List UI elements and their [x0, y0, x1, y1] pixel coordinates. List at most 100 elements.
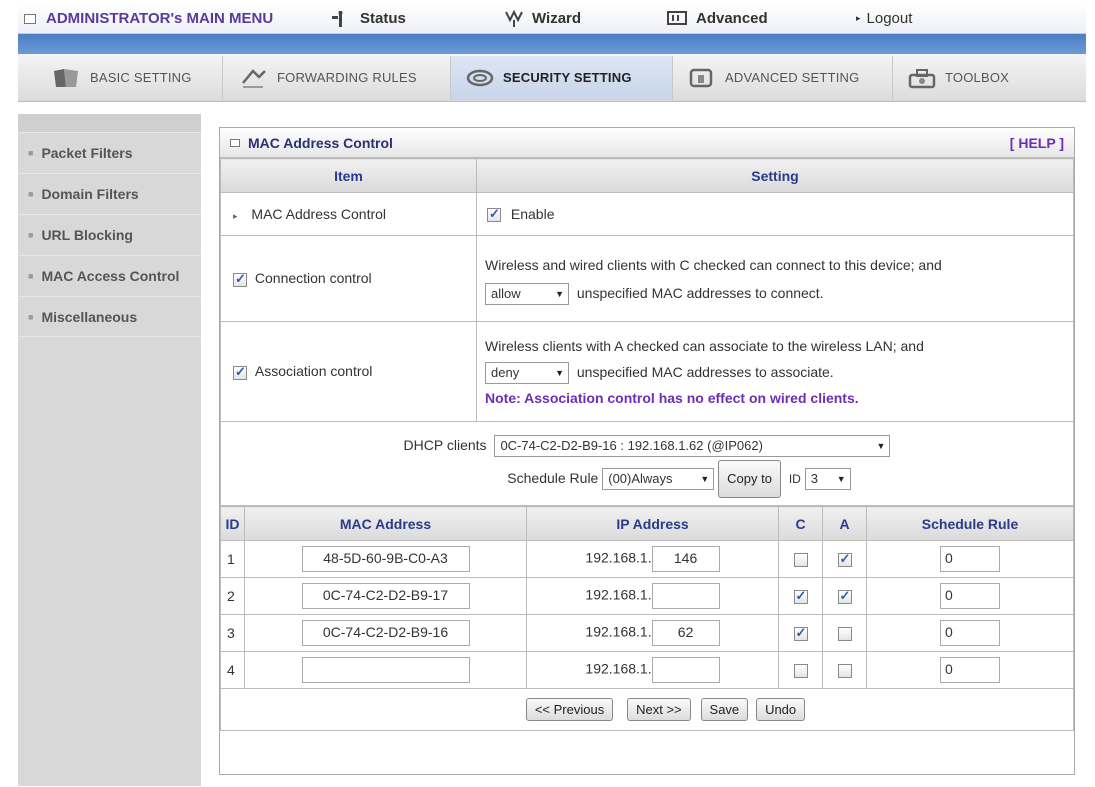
- undo-button[interactable]: Undo: [756, 698, 806, 721]
- id-label: ID: [788, 471, 801, 486]
- schedule-input[interactable]: 0: [940, 583, 1000, 609]
- status-menu[interactable]: Status: [330, 10, 470, 28]
- tab-security-setting[interactable]: SECURITY SETTING: [451, 55, 673, 100]
- connection-control-checkbox[interactable]: [233, 271, 247, 287]
- association-note: Note: Association control has no effect …: [485, 389, 859, 406]
- table-row: 2 0C-74-C2-D2-B9-17 192.168.1. 0: [220, 577, 1074, 615]
- sidebar-item-miscellaneous[interactable]: ■ Miscellaneous: [18, 296, 201, 337]
- admin-menu-label: ADMINISTRATOR's MAIN MENU: [46, 10, 274, 27]
- a-checkbox[interactable]: [837, 627, 852, 642]
- mac-list-table: ID MAC Address IP Address C A Schedule R…: [220, 506, 1074, 731]
- mac-cell: 48-5D-60-9B-C0-A3: [244, 540, 527, 578]
- association-policy-value: deny: [491, 364, 520, 380]
- schedule-input[interactable]: 0: [940, 657, 1000, 683]
- help-link[interactable]: [ HELP ]: [1010, 135, 1064, 151]
- dhcp-clients-select[interactable]: 0C-74-C2-D2-B9-16 : 192.168.1.62 (@IP062…: [494, 434, 891, 457]
- schedule-input[interactable]: 0: [940, 620, 1000, 646]
- c-checkbox[interactable]: [793, 588, 808, 605]
- ip-cell: 192.168.1.: [526, 651, 779, 689]
- ip-input[interactable]: [651, 583, 720, 609]
- a-checkbox[interactable]: [837, 664, 852, 679]
- connection-control-setting-cell: Wireless and wired clients with C checke…: [476, 235, 1074, 322]
- id-select[interactable]: 3 ▼: [804, 467, 851, 490]
- association-control-label-cell: Association control: [220, 321, 477, 422]
- a-checkbox[interactable]: [837, 551, 852, 568]
- item-column-header: Item: [220, 158, 477, 193]
- mac-input[interactable]: 0C-74-C2-D2-B9-17: [301, 583, 470, 609]
- advanced-menu[interactable]: Advanced: [666, 10, 856, 28]
- c-column-header: C: [778, 506, 823, 541]
- save-button[interactable]: Save: [700, 698, 749, 721]
- advanced-label: Advanced: [696, 10, 768, 27]
- row-id: 3: [220, 614, 245, 652]
- a-cell: [822, 577, 867, 615]
- c-cell: [778, 577, 823, 615]
- row-id: 1: [220, 540, 245, 578]
- sidebar-item-url-blocking[interactable]: ■ URL Blocking: [18, 214, 201, 255]
- a-checkbox[interactable]: [837, 588, 852, 605]
- mac-address-control-panel: MAC Address Control [ HELP ] Item Settin…: [219, 127, 1075, 775]
- ip-input[interactable]: [651, 657, 720, 683]
- sidebar-item-domain-filters[interactable]: ■ Domain Filters: [18, 173, 201, 214]
- copy-to-button[interactable]: Copy to: [718, 459, 781, 498]
- schedule-rule-select[interactable]: (00)Always ▼: [602, 467, 715, 490]
- a-cell: [822, 651, 867, 689]
- c-cell: [778, 651, 823, 689]
- bullet-icon: ■: [28, 311, 34, 322]
- dropdown-arrow-icon: ▼: [836, 473, 846, 484]
- mac-cell: [244, 651, 527, 689]
- schedule-column-header: Schedule Rule: [866, 506, 1074, 541]
- tab-toolbox[interactable]: TOOLBOX: [893, 56, 1043, 100]
- ip-input[interactable]: 62: [651, 620, 720, 646]
- enable-label: Enable: [510, 205, 555, 222]
- wizard-menu[interactable]: Wizard: [504, 9, 666, 28]
- mac-input[interactable]: 48-5D-60-9B-C0-A3: [301, 546, 470, 572]
- tab-advanced-setting[interactable]: ADVANCED SETTING: [673, 55, 893, 100]
- dropdown-arrow-icon: ▼: [700, 473, 710, 484]
- sidebar-item-packet-filters[interactable]: ■ Packet Filters: [18, 132, 201, 173]
- c-checkbox[interactable]: [793, 664, 808, 679]
- mac-control-label: MAC Address Control: [251, 206, 387, 222]
- logout-arrow-icon: ▸: [856, 13, 861, 23]
- admin-main-menu[interactable]: ADMINISTRATOR's MAIN MENU: [18, 10, 330, 27]
- row-id: 2: [220, 577, 245, 615]
- schedule-input[interactable]: 0: [940, 546, 1000, 572]
- sidebar-item-label: MAC Access Control: [41, 268, 180, 284]
- tab-forwarding-rules[interactable]: FORWARDING RULES: [223, 55, 451, 100]
- table-row: 4 192.168.1. 0: [220, 651, 1074, 689]
- association-control-suffix: unspecified MAC addresses to associate.: [576, 363, 834, 380]
- a-cell: [822, 614, 867, 652]
- mac-input[interactable]: [301, 657, 470, 683]
- c-cell: [778, 614, 823, 652]
- schedule-cell: 0: [866, 614, 1074, 652]
- logout-menu[interactable]: ▸ Logout: [856, 10, 912, 27]
- menu-square-icon: [24, 13, 36, 24]
- bullet-icon: ■: [28, 189, 34, 199]
- ip-input[interactable]: 146: [651, 546, 720, 572]
- association-control-checkbox[interactable]: [233, 364, 247, 380]
- enable-checkbox[interactable]: [487, 206, 501, 223]
- sidebar: ■ Packet Filters ■ Domain Filters ■ URL …: [18, 114, 201, 786]
- sidebar-item-mac-access-control[interactable]: ■ MAC Access Control: [18, 255, 201, 296]
- blue-header-bar: [18, 34, 1086, 54]
- dropdown-arrow-icon: ▼: [876, 440, 886, 451]
- schedule-cell: 0: [866, 540, 1074, 578]
- connection-policy-value: allow: [491, 285, 521, 301]
- c-checkbox[interactable]: [793, 625, 808, 642]
- mac-input[interactable]: 0C-74-C2-D2-B9-16: [301, 620, 470, 646]
- connection-control-suffix: unspecified MAC addresses to connect.: [576, 284, 824, 301]
- connection-control-text: Wireless and wired clients with C checke…: [485, 256, 942, 273]
- previous-button[interactable]: << Previous: [525, 698, 614, 721]
- id-column-header: ID: [220, 506, 245, 541]
- tab-basic-setting[interactable]: BASIC SETTING: [18, 55, 223, 100]
- advanced-setting-icon: [687, 67, 717, 89]
- next-button[interactable]: Next >>: [627, 698, 691, 721]
- ip-cell: 192.168.1. 62: [526, 614, 779, 652]
- wizard-label: Wizard: [532, 10, 582, 27]
- dhcp-clients-cell: DHCP clients 0C-74-C2-D2-B9-16 : 192.168…: [220, 421, 1074, 506]
- connection-policy-select[interactable]: allow ▼: [485, 282, 569, 305]
- c-checkbox[interactable]: [793, 553, 808, 568]
- schedule-cell: 0: [866, 577, 1074, 615]
- connection-control-label-cell: Connection control: [220, 235, 477, 322]
- association-policy-select[interactable]: deny ▼: [485, 361, 569, 384]
